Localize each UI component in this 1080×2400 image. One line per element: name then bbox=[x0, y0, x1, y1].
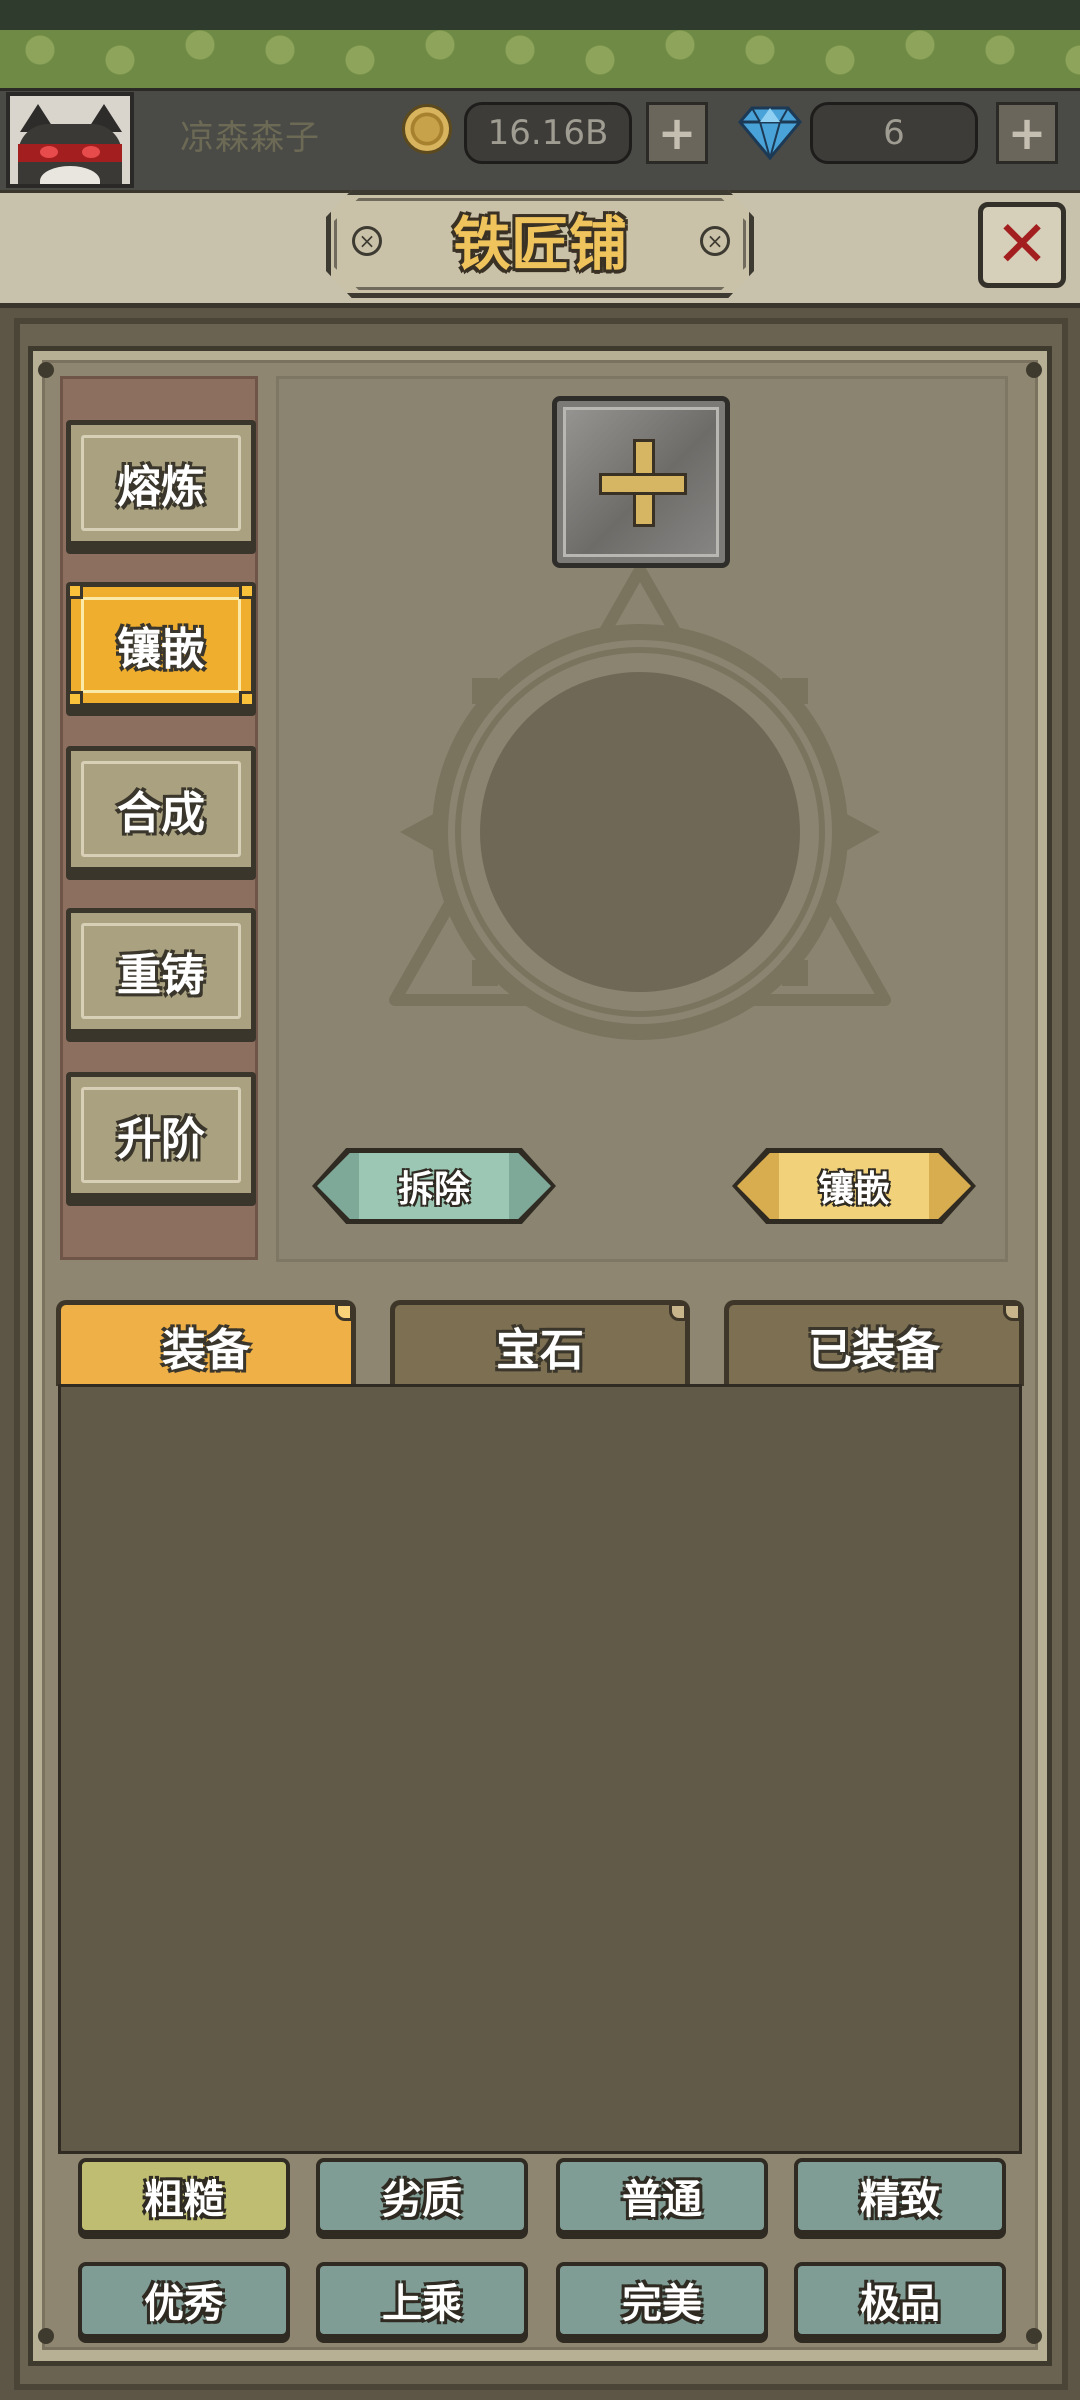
tab-label: 熔炼 bbox=[117, 462, 205, 513]
diamond-icon bbox=[738, 106, 802, 160]
tab-equipped[interactable]: 已装备 bbox=[724, 1300, 1024, 1386]
plus-icon: + bbox=[1007, 106, 1047, 160]
tab-label: 已装备 bbox=[808, 1324, 940, 1376]
player-name: 凉森森子 bbox=[180, 118, 320, 158]
remove-label: 拆除 bbox=[397, 1169, 470, 1210]
filter-legendary[interactable]: 极品 bbox=[794, 2262, 1006, 2338]
tab-label: 宝石 bbox=[496, 1324, 584, 1376]
close-button[interactable]: ✕ bbox=[978, 202, 1066, 288]
tab-label: 装备 bbox=[162, 1324, 250, 1376]
filter-excellent[interactable]: 优秀 bbox=[78, 2262, 290, 2338]
gem-balance: 6 bbox=[810, 102, 978, 164]
filter-rough[interactable]: 粗糙 bbox=[78, 2158, 290, 2234]
tab-inlay[interactable]: 镶嵌 bbox=[66, 582, 256, 708]
add-coins-button[interactable]: + bbox=[646, 102, 708, 164]
inventory-list[interactable] bbox=[58, 1384, 1022, 2154]
player-avatar[interactable] bbox=[6, 92, 134, 188]
tab-gems[interactable]: 宝石 bbox=[390, 1300, 690, 1386]
tab-label: 重铸 bbox=[117, 950, 205, 1001]
tab-label: 镶嵌 bbox=[117, 624, 205, 675]
scene-backdrop bbox=[0, 0, 1080, 92]
gem-socket-emblem-icon bbox=[389, 564, 891, 1040]
rivet-icon bbox=[38, 2328, 54, 2344]
plus-icon: + bbox=[657, 106, 697, 160]
close-x-icon: ✕ bbox=[995, 208, 1049, 282]
tab-smelt[interactable]: 熔炼 bbox=[66, 420, 256, 546]
filter-inferior[interactable]: 劣质 bbox=[316, 2158, 528, 2234]
inlay-button[interactable]: 镶嵌 bbox=[732, 1148, 976, 1224]
inlay-label: 镶嵌 bbox=[817, 1169, 890, 1210]
add-equipment-slot[interactable] bbox=[552, 396, 730, 568]
add-gems-button[interactable]: + bbox=[996, 102, 1058, 164]
tab-synthesize[interactable]: 合成 bbox=[66, 746, 256, 872]
tab-label: 升阶 bbox=[117, 1114, 205, 1165]
tab-upgrade[interactable]: 升阶 bbox=[66, 1072, 256, 1198]
tab-equipment[interactable]: 装备 bbox=[56, 1300, 356, 1386]
coin-balance: 16.16B bbox=[464, 102, 632, 164]
gold-coin-icon bbox=[402, 104, 452, 154]
rivet-icon bbox=[1026, 362, 1042, 378]
filter-perfect[interactable]: 完美 bbox=[556, 2262, 768, 2338]
page-title: 铁匠铺 bbox=[452, 210, 627, 278]
rivet-icon bbox=[1026, 2328, 1042, 2344]
filter-superior[interactable]: 上乘 bbox=[316, 2262, 528, 2338]
tab-reforge[interactable]: 重铸 bbox=[66, 908, 256, 1034]
rivet-icon bbox=[38, 362, 54, 378]
remove-button[interactable]: 拆除 bbox=[312, 1148, 556, 1224]
tab-label: 合成 bbox=[117, 788, 205, 839]
filter-fine[interactable]: 精致 bbox=[794, 2158, 1006, 2234]
filter-normal[interactable]: 普通 bbox=[556, 2158, 768, 2234]
